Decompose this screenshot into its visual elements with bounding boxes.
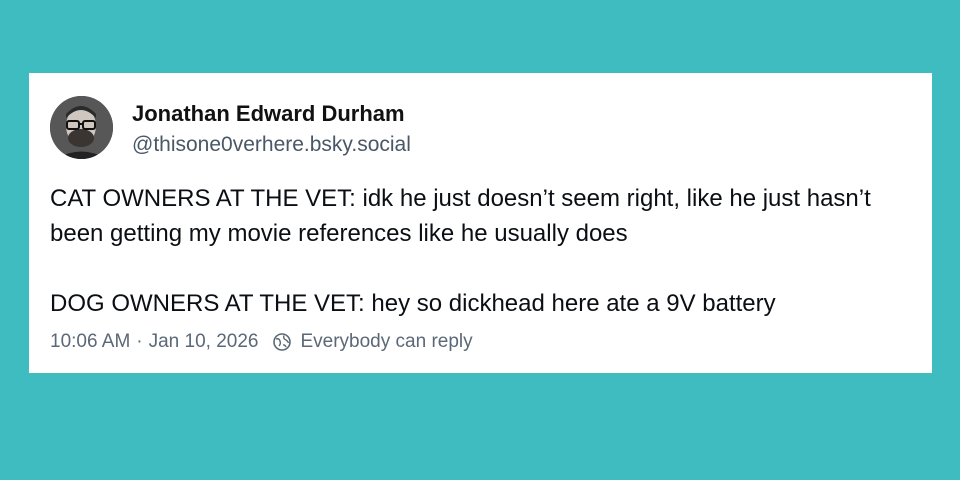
post-paragraph: DOG OWNERS AT THE VET: hey so dickhead h…	[50, 290, 776, 317]
post-text: CAT OWNERS AT THE VET: idk he just doesn…	[50, 181, 920, 321]
avatar-photo-icon	[50, 96, 113, 159]
reply-setting[interactable]: Everybody can reply	[300, 331, 472, 353]
background: Jonathan Edward Durham @thisone0verhere.…	[0, 0, 960, 480]
author-handle[interactable]: @thisone0verhere.bsky.social	[132, 133, 411, 157]
author-display-name[interactable]: Jonathan Edward Durham	[132, 101, 405, 127]
post-card[interactable]: Jonathan Edward Durham @thisone0verhere.…	[29, 73, 932, 373]
post-meta: 10:06 AM · Jan 10, 2026 Everybody can re…	[50, 331, 473, 353]
post-paragraph: CAT OWNERS AT THE VET: idk he just doesn…	[50, 185, 871, 247]
post-time[interactable]: 10:06 AM	[50, 331, 130, 353]
meta-separator: ·	[136, 331, 143, 352]
globe-icon	[272, 332, 292, 352]
post-date[interactable]: Jan 10, 2026	[149, 331, 259, 353]
avatar[interactable]	[50, 96, 113, 159]
